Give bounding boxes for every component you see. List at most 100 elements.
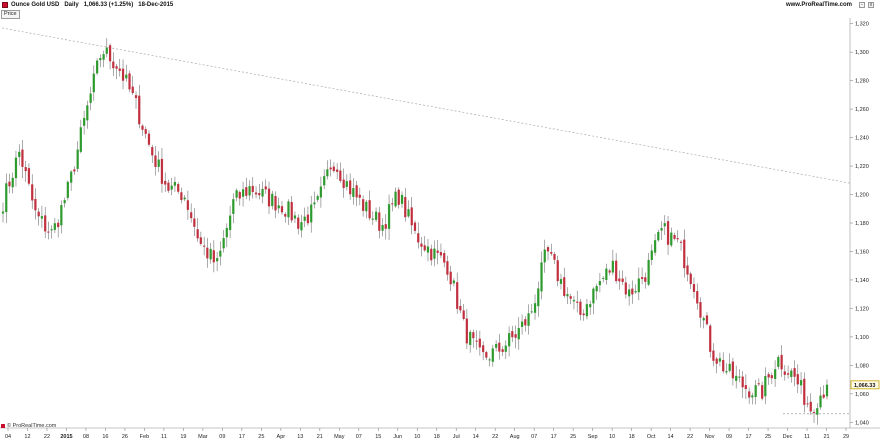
price-tick-label: 1,140	[855, 278, 869, 284]
candle-body	[167, 182, 170, 191]
candle-body	[436, 250, 439, 253]
candle-body	[579, 301, 582, 315]
candle-body	[248, 186, 251, 196]
candle	[216, 251, 219, 272]
date-tick-label: 26	[122, 434, 128, 440]
candle	[183, 194, 186, 202]
date-tick-label: 25	[258, 434, 264, 440]
footer-brand-text: © ProRealTime.com	[7, 423, 57, 429]
candle-body	[718, 358, 722, 362]
candle-body	[118, 68, 121, 72]
candle	[115, 63, 118, 80]
candle-body	[47, 231, 50, 233]
candle-body	[485, 352, 488, 358]
candle-body	[449, 271, 452, 285]
candle	[60, 200, 63, 234]
candle	[819, 386, 822, 410]
candle-body	[381, 224, 384, 231]
candle	[783, 365, 786, 381]
chart-window: Ounce Gold USD Daily 1,066.33 (+1.25%) 18-D…	[0, 0, 880, 440]
candle	[423, 236, 426, 252]
candle-body	[349, 180, 352, 195]
candle	[199, 231, 202, 246]
candle-body	[443, 253, 446, 263]
candle	[258, 184, 261, 200]
candle-body	[186, 200, 190, 210]
candle-body	[53, 223, 57, 230]
candle	[822, 385, 825, 399]
candle-body	[576, 301, 579, 303]
candle	[108, 43, 112, 70]
candle	[576, 290, 579, 313]
candle-body	[569, 296, 572, 299]
candle-body	[238, 192, 241, 199]
candle	[469, 329, 472, 353]
candle	[670, 227, 673, 248]
candle	[5, 173, 8, 223]
candle-body	[303, 216, 306, 221]
candle	[66, 180, 69, 201]
candle	[764, 367, 767, 405]
date-tick-label: 22	[44, 434, 50, 440]
candle	[300, 214, 303, 238]
candle	[138, 84, 141, 129]
candle	[274, 191, 277, 219]
candle	[530, 304, 533, 314]
candle-body	[527, 313, 530, 326]
date-tick-label: 12	[24, 434, 30, 440]
candle-body	[744, 385, 748, 390]
candle-body	[621, 278, 624, 283]
candle	[413, 220, 417, 235]
candle	[611, 249, 614, 276]
candle	[267, 181, 271, 215]
candle-body	[472, 332, 475, 339]
candle	[621, 270, 624, 285]
candle-body	[92, 73, 95, 93]
candle	[761, 381, 764, 401]
candle-body	[702, 318, 705, 321]
price-tick-label: 1,060	[855, 392, 869, 398]
candle-body	[417, 233, 420, 243]
date-tick-label: 17	[239, 434, 245, 440]
candle	[417, 222, 420, 249]
candle	[777, 355, 780, 370]
date-tick-label: 15	[375, 434, 381, 440]
candle	[410, 196, 413, 235]
candle-body	[274, 195, 277, 211]
candle	[79, 119, 82, 154]
candle-body	[319, 186, 323, 198]
candle-body	[397, 189, 400, 205]
candle	[556, 255, 559, 287]
candle	[550, 243, 553, 256]
candle-body	[241, 189, 245, 197]
candle-body	[196, 229, 199, 239]
candle-body	[50, 229, 53, 231]
candle	[640, 267, 644, 285]
candle-body	[799, 380, 803, 386]
candle	[1, 202, 5, 223]
date-tick-label: 14	[668, 434, 674, 440]
date-tick-label: 21	[317, 434, 323, 440]
candle-body	[709, 325, 712, 352]
candle	[18, 144, 21, 166]
candle-body	[232, 199, 235, 214]
candle	[566, 287, 569, 304]
candle	[371, 211, 374, 225]
candle-body	[400, 194, 404, 204]
candle-body	[498, 342, 501, 352]
candle	[306, 206, 310, 226]
candle-body	[605, 268, 608, 281]
candle-body	[524, 319, 527, 326]
candle-body	[316, 196, 319, 200]
candle-body	[31, 184, 34, 201]
candle	[816, 403, 819, 425]
date-tick-label: Feb	[140, 434, 149, 440]
candle-body	[332, 166, 336, 172]
candle-body	[790, 370, 793, 378]
candle-body	[216, 258, 219, 262]
candle-body	[34, 198, 37, 211]
candle-body	[267, 188, 271, 207]
price-chart[interactable]: 1,320 1,300 1,280 1,260 1,240 1,220 1,200 1,180…	[0, 0, 880, 440]
candle	[446, 255, 449, 281]
date-tick-label: 10	[609, 434, 615, 440]
